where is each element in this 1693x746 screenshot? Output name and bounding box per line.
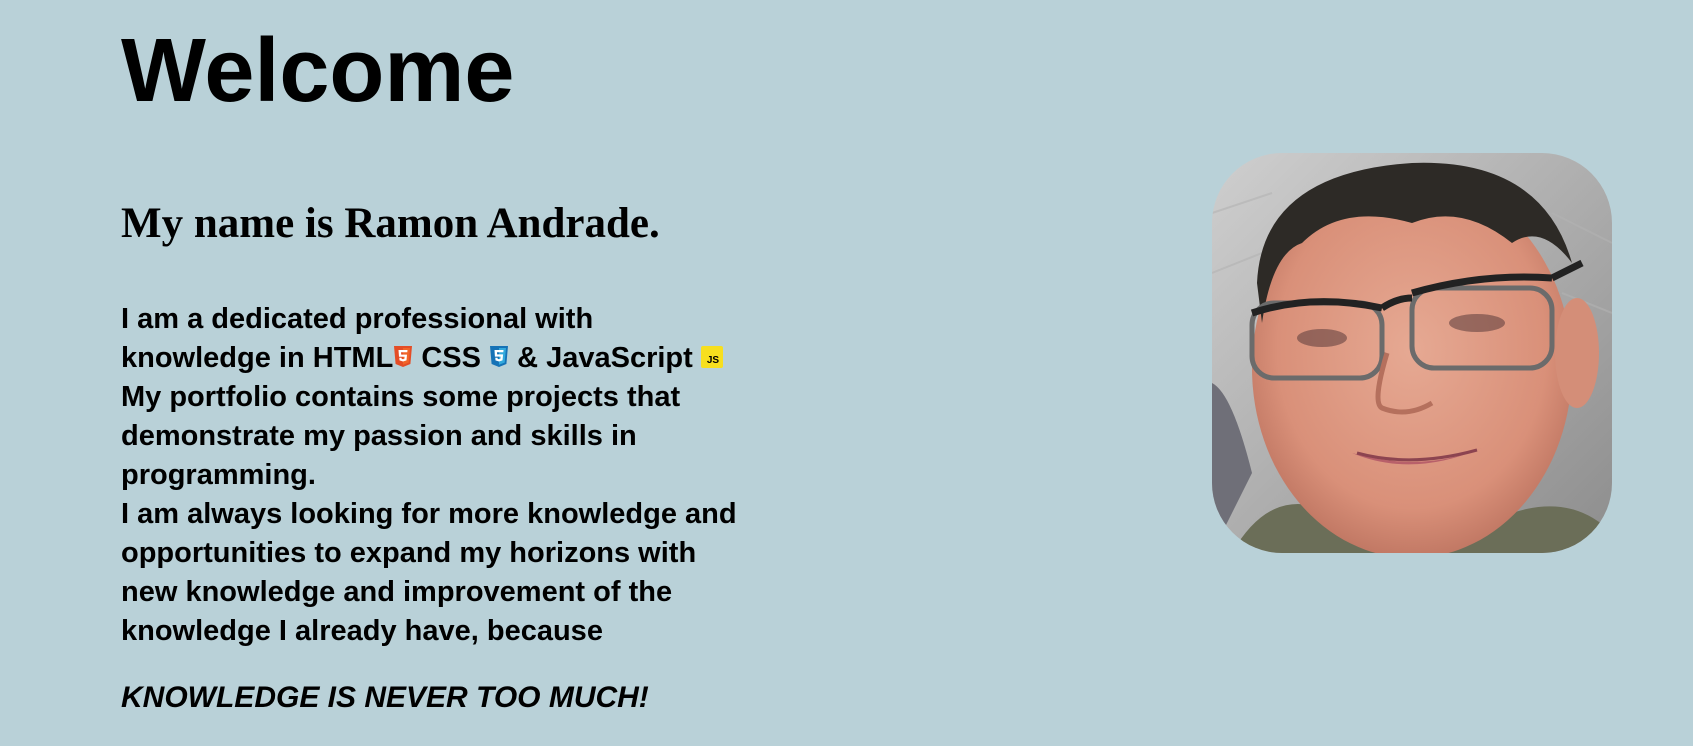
name-heading: My name is Ramon Andrade. <box>121 200 660 247</box>
bio-line: knowledge I already have, because <box>121 615 603 647</box>
js-badge-text: JS <box>707 355 720 366</box>
bio-tech-line: knowledge in HTML CSS & JavaScript JS <box>121 339 841 378</box>
bio-line: opportunities to expand my horizons with <box>121 537 697 569</box>
bio-line-prefix: knowledge in <box>121 342 305 374</box>
bio-line: I am always looking for more knowledge a… <box>121 498 737 530</box>
bio-line: programming. <box>121 459 316 491</box>
motto-text: KNOWLEDGE IS NEVER TOO MUCH! <box>121 681 649 714</box>
page-title: Welcome <box>121 21 515 121</box>
html5-icon <box>393 346 413 368</box>
javascript-icon: JS <box>700 346 723 369</box>
profile-photo <box>1212 153 1612 553</box>
css3-icon <box>489 346 509 368</box>
bio-line: My portfolio contains some projects that <box>121 381 681 413</box>
bio-line: new knowledge and improvement of the <box>121 576 673 608</box>
tech-css-label: CSS <box>421 342 481 374</box>
tech-html-label: HTML <box>312 342 394 374</box>
bio-line: I am a dedicated professional with <box>121 303 594 335</box>
bio-paragraph: I am a dedicated professional with knowl… <box>121 300 841 651</box>
bio-line: demonstrate my passion and skills in <box>121 420 637 452</box>
tech-javascript-label: & JavaScript <box>517 342 693 374</box>
